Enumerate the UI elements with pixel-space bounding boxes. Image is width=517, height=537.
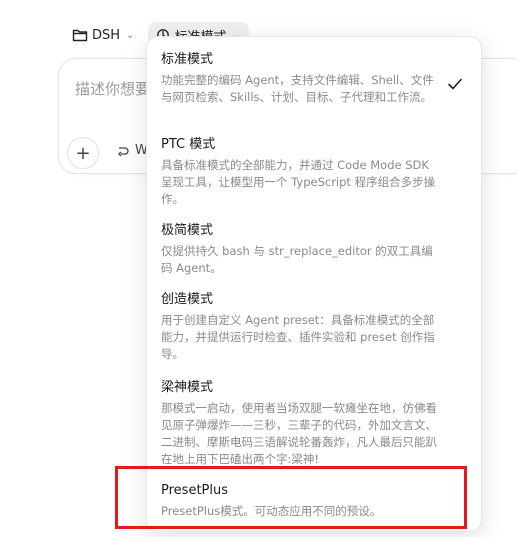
mode-option-description: 那模式一启动，使用者当场双腿一软瘫坐在地，仿佛看见原子弹爆炸——三秒，三辈子的代…	[161, 401, 437, 466]
mode-option-description: 仅提供持久 bash 与 str_replace_editor 的双工具编码 A…	[161, 244, 433, 275]
mode-option-title: 标准模式	[161, 52, 214, 67]
mode-option-description: 功能完整的编码 Agent，支持文件编辑、Shell、文件与网页检索、Skill…	[161, 73, 434, 104]
mode-option-title: PresetPlus	[161, 483, 228, 498]
mode-option-description: 用于创建自定义 Agent preset：具备标准模式的全部能力，并提供运行时检…	[161, 313, 435, 361]
mode-option-title: 梁神模式	[161, 380, 214, 395]
folder-icon	[72, 29, 88, 42]
mode-option-title: 创造模式	[161, 292, 214, 307]
add-attachment-button[interactable]: +	[67, 137, 99, 169]
mode-dropdown-menu: 标准模式 功能完整的编码 Agent，支持文件编辑、Shell、文件与网页检索、…	[146, 36, 482, 532]
checkmark-icon	[448, 78, 462, 90]
mode-option-minimal[interactable]: 极简模式 仅提供持久 bash 与 str_replace_editor 的双工…	[161, 222, 443, 277]
mode-option-description: 具备标准模式的全部能力，并通过 Code Mode SDK 呈现工具，让模型用一…	[161, 158, 436, 206]
plus-icon: +	[75, 142, 91, 164]
chevron-down-icon: ⌄	[126, 29, 135, 41]
tool-icon	[118, 146, 129, 156]
project-selector[interactable]: DSH ⌄	[68, 22, 138, 48]
mode-option-liangshen[interactable]: 梁神模式 那模式一启动，使用者当场双腿一软瘫坐在地，仿佛看见原子弹爆炸——三秒，…	[161, 379, 443, 468]
tool-selector[interactable]: W	[117, 143, 148, 158]
mode-option-standard[interactable]: 标准模式 功能完整的编码 Agent，支持文件编辑、Shell、文件与网页检索、…	[161, 51, 443, 106]
mode-option-ptc[interactable]: PTC 模式 具备标准模式的全部能力，并通过 Code Mode SDK 呈现工…	[161, 136, 443, 208]
project-label: DSH	[92, 27, 121, 43]
mode-option-create[interactable]: 创造模式 用于创建自定义 Agent preset：具备标准模式的全部能力，并提…	[161, 291, 443, 363]
mode-option-title: PTC 模式	[161, 137, 216, 152]
mode-option-title: 极简模式	[161, 223, 214, 238]
prompt-placeholder: 描述你想要	[75, 80, 151, 98]
mode-option-presetplus[interactable]: PresetPlus PresetPlus模式。可动态应用不同的预设。	[161, 482, 443, 520]
mode-option-description: PresetPlus模式。可动态应用不同的预设。	[161, 504, 382, 518]
